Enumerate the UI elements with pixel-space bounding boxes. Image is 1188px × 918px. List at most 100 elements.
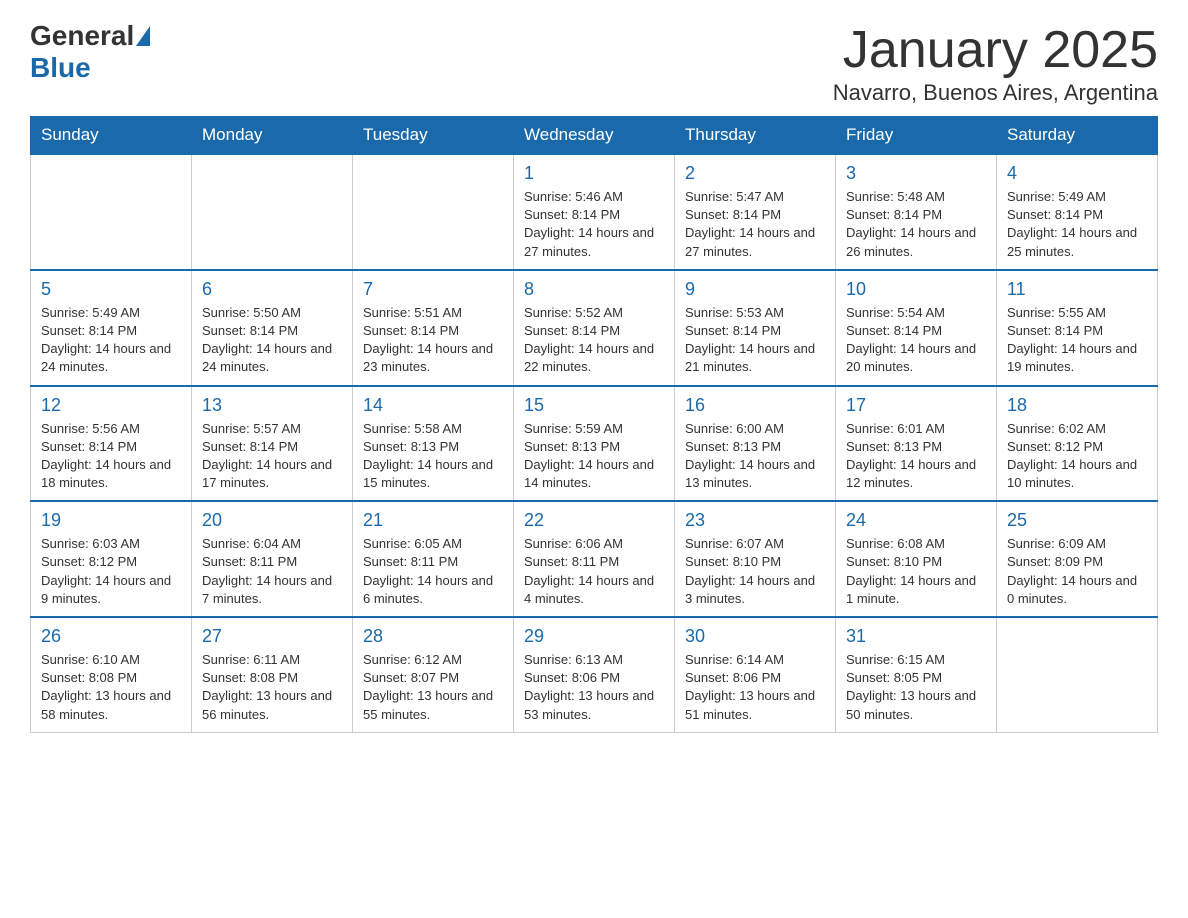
day-info: Sunrise: 5:55 AMSunset: 8:14 PMDaylight:… [1007,304,1147,377]
day-number: 9 [685,279,825,300]
day-info: Sunrise: 5:49 AMSunset: 8:14 PMDaylight:… [1007,188,1147,261]
logo-general-text: General [30,20,134,52]
day-number: 22 [524,510,664,531]
table-row: 24 Sunrise: 6:08 AMSunset: 8:10 PMDayligh… [836,501,997,617]
day-info: Sunrise: 6:02 AMSunset: 8:12 PMDaylight:… [1007,420,1147,493]
col-sunday: Sunday [31,117,192,155]
table-row: 14Sunrise: 5:58 AMSunset: 8:13 PMDayligh… [353,386,514,502]
day-number: 27 [202,626,342,647]
page-header: General Blue January 2025 Navarro, Bueno… [30,20,1158,106]
logo-blue-text: Blue [30,52,91,84]
day-info: Sunrise: 5:51 AMSunset: 8:14 PMDaylight:… [363,304,503,377]
day-number: 12 [41,395,181,416]
day-info: Sunrise: 6:14 AMSunset: 8:06 PMDaylight:… [685,651,825,724]
day-info: Sunrise: 6:01 AMSunset: 8:13 PMDaylight:… [846,420,986,493]
table-row: 17 Sunrise: 6:01 AMSunset: 8:13 PMDayligh… [836,386,997,502]
table-row: 7 Sunrise: 5:51 AMSunset: 8:14 PMDaylight… [353,270,514,386]
day-number: 28 [363,626,503,647]
day-info: Sunrise: 6:12 AMSunset: 8:07 PMDaylight:… [363,651,503,724]
day-info: Sunrise: 6:08 AMSunset: 8:10 PMDaylight:… [846,535,986,608]
table-row: 23 Sunrise: 6:07 AMSunset: 8:10 PMDayligh… [675,501,836,617]
week-row-5: 26 Sunrise: 6:10 AMSunset: 8:08 PMDayligh… [31,617,1158,732]
day-number: 26 [41,626,181,647]
col-monday: Monday [192,117,353,155]
table-row: 27 Sunrise: 6:11 AMSunset: 8:08 PMDayligh… [192,617,353,732]
day-number: 18 [1007,395,1147,416]
table-row: 31Sunrise: 6:15 AMSunset: 8:05 PMDayligh… [836,617,997,732]
logo-triangle-icon [136,26,150,46]
table-row: 4 Sunrise: 5:49 AMSunset: 8:14 PMDaylight… [997,154,1158,270]
day-number: 4 [1007,163,1147,184]
day-number: 17 [846,395,986,416]
day-number: 20 [202,510,342,531]
table-row: 5 Sunrise: 5:49 AMSunset: 8:14 PMDaylight… [31,270,192,386]
week-row-3: 12 Sunrise: 5:56 AMSunset: 8:14 PMDayligh… [31,386,1158,502]
day-number: 6 [202,279,342,300]
calendar-header-row: Sunday Monday Tuesday Wednesday Thursday… [31,117,1158,155]
day-number: 13 [202,395,342,416]
day-number: 21 [363,510,503,531]
table-row [997,617,1158,732]
day-number: 11 [1007,279,1147,300]
day-info: Sunrise: 6:11 AMSunset: 8:08 PMDaylight:… [202,651,342,724]
day-info: Sunrise: 6:07 AMSunset: 8:10 PMDaylight:… [685,535,825,608]
day-number: 1 [524,163,664,184]
day-number: 2 [685,163,825,184]
day-info: Sunrise: 6:05 AMSunset: 8:11 PMDaylight:… [363,535,503,608]
table-row: 10Sunrise: 5:54 AMSunset: 8:14 PMDayligh… [836,270,997,386]
table-row: 30 Sunrise: 6:14 AMSunset: 8:06 PMDayligh… [675,617,836,732]
day-number: 30 [685,626,825,647]
day-info: Sunrise: 5:50 AMSunset: 8:14 PMDaylight:… [202,304,342,377]
col-tuesday: Tuesday [353,117,514,155]
day-info: Sunrise: 5:49 AMSunset: 8:14 PMDaylight:… [41,304,181,377]
day-info: Sunrise: 6:13 AMSunset: 8:06 PMDaylight:… [524,651,664,724]
col-thursday: Thursday [675,117,836,155]
day-info: Sunrise: 6:03 AMSunset: 8:12 PMDaylight:… [41,535,181,608]
week-row-1: 1 Sunrise: 5:46 AMSunset: 8:14 PMDaylight… [31,154,1158,270]
title-section: January 2025 Navarro, Buenos Aires, Arge… [833,20,1158,106]
table-row: 25Sunrise: 6:09 AMSunset: 8:09 PMDayligh… [997,501,1158,617]
day-number: 23 [685,510,825,531]
table-row: 18 Sunrise: 6:02 AMSunset: 8:12 PMDayligh… [997,386,1158,502]
day-info: Sunrise: 5:54 AMSunset: 8:14 PMDaylight:… [846,304,986,377]
col-saturday: Saturday [997,117,1158,155]
day-number: 14 [363,395,503,416]
day-number: 7 [363,279,503,300]
col-wednesday: Wednesday [514,117,675,155]
table-row: 3Sunrise: 5:48 AMSunset: 8:14 PMDaylight… [836,154,997,270]
day-number: 5 [41,279,181,300]
table-row [353,154,514,270]
day-number: 16 [685,395,825,416]
table-row: 15 Sunrise: 5:59 AMSunset: 8:13 PMDayligh… [514,386,675,502]
table-row: 21 Sunrise: 6:05 AMSunset: 8:11 PMDayligh… [353,501,514,617]
day-number: 29 [524,626,664,647]
day-info: Sunrise: 6:06 AMSunset: 8:11 PMDaylight:… [524,535,664,608]
day-number: 15 [524,395,664,416]
table-row: 20 Sunrise: 6:04 AMSunset: 8:11 PMDayligh… [192,501,353,617]
day-info: Sunrise: 5:46 AMSunset: 8:14 PMDaylight:… [524,188,664,261]
table-row: 28 Sunrise: 6:12 AMSunset: 8:07 PMDayligh… [353,617,514,732]
month-title: January 2025 [833,20,1158,80]
week-row-4: 19 Sunrise: 6:03 AMSunset: 8:12 PMDayligh… [31,501,1158,617]
day-info: Sunrise: 5:52 AMSunset: 8:14 PMDaylight:… [524,304,664,377]
table-row: 16Sunrise: 6:00 AMSunset: 8:13 PMDayligh… [675,386,836,502]
day-number: 24 [846,510,986,531]
table-row: 12 Sunrise: 5:56 AMSunset: 8:14 PMDayligh… [31,386,192,502]
day-info: Sunrise: 5:59 AMSunset: 8:13 PMDaylight:… [524,420,664,493]
day-number: 19 [41,510,181,531]
day-info: Sunrise: 6:04 AMSunset: 8:11 PMDaylight:… [202,535,342,608]
table-row: 19 Sunrise: 6:03 AMSunset: 8:12 PMDayligh… [31,501,192,617]
table-row [192,154,353,270]
day-info: Sunrise: 5:47 AMSunset: 8:14 PMDaylight:… [685,188,825,261]
table-row: 2 Sunrise: 5:47 AMSunset: 8:14 PMDaylight… [675,154,836,270]
day-number: 31 [846,626,986,647]
table-row: 22 Sunrise: 6:06 AMSunset: 8:11 PMDayligh… [514,501,675,617]
day-info: Sunrise: 5:53 AMSunset: 8:14 PMDaylight:… [685,304,825,377]
day-number: 3 [846,163,986,184]
day-info: Sunrise: 5:56 AMSunset: 8:14 PMDaylight:… [41,420,181,493]
day-info: Sunrise: 6:10 AMSunset: 8:08 PMDaylight:… [41,651,181,724]
day-info: Sunrise: 5:57 AMSunset: 8:14 PMDaylight:… [202,420,342,493]
table-row: 1 Sunrise: 5:46 AMSunset: 8:14 PMDaylight… [514,154,675,270]
table-row: 26 Sunrise: 6:10 AMSunset: 8:08 PMDayligh… [31,617,192,732]
table-row: 6 Sunrise: 5:50 AMSunset: 8:14 PMDaylight… [192,270,353,386]
